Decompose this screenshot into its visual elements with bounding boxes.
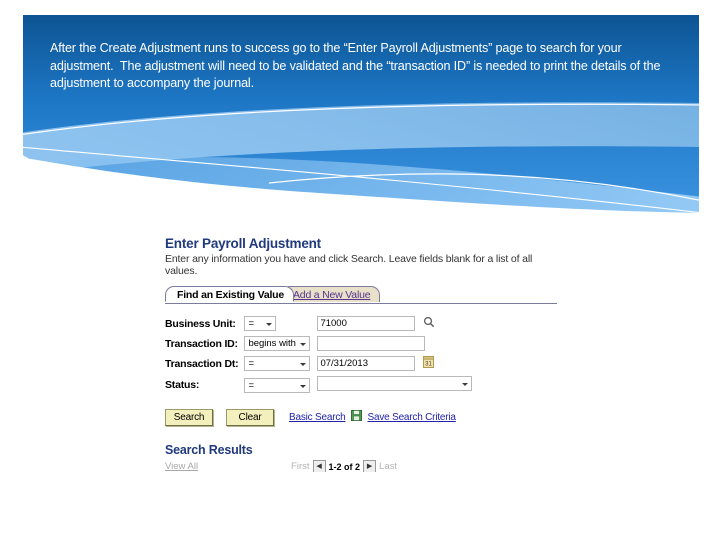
transaction-dt-operator-select[interactable]: =	[244, 356, 311, 371]
save-disk-icon[interactable]	[350, 408, 362, 426]
results-pager: First ◀ 1-2 of 2 ▶ Last	[291, 460, 397, 472]
status-operator-value: =	[248, 379, 254, 391]
slide-banner: After the Create Adjustment runs to succ…	[19, 15, 703, 213]
business-unit-value-cell	[310, 316, 472, 336]
page-instructions: Enter any information you have and click…	[165, 253, 533, 277]
tab-add-a-new-value-label: Add a New Value	[293, 289, 371, 301]
status-operator-cell: =	[244, 376, 311, 399]
search-criteria-form: Business Unit: = 71000 Transaction ID: b…	[165, 316, 473, 399]
business-unit-operator-cell: =	[244, 316, 310, 336]
transaction-dt-input[interactable]	[317, 356, 416, 371]
field-row-transaction-id: Transaction ID: begins with	[165, 336, 472, 356]
transaction-dt-value-cell: 31	[310, 356, 472, 376]
form-actions: Search Clear Basic Search Save Search Cr…	[165, 408, 565, 426]
banner-text: After the Create Adjustment runs to succ…	[50, 41, 664, 90]
business-unit-label: Business Unit:	[165, 317, 236, 330]
transaction-id-operator-value: begins with	[248, 338, 296, 349]
tab-strip: Find an Existing Value Add a New Value	[165, 286, 557, 304]
transaction-id-operator-cell: begins with	[244, 336, 311, 356]
pager-range: 1-2 of 2	[328, 461, 361, 472]
search-button[interactable]: Search	[165, 408, 213, 426]
transaction-id-value-cell	[310, 336, 472, 356]
tab-add-a-new-value[interactable]: Add a New Value	[281, 286, 381, 302]
pager-next-icon[interactable]: ▶	[363, 460, 377, 472]
search-results-heading: Search Results	[165, 443, 253, 457]
transaction-id-operator-select[interactable]: begins with	[244, 336, 311, 351]
business-unit-input[interactable]	[317, 316, 416, 331]
business-unit-operator-value: =	[248, 318, 254, 329]
tab-find-an-existing-value[interactable]: Find an Existing Value	[165, 286, 295, 302]
peoplesoft-screenshot: Enter Payroll Adjustment Enter any infor…	[165, 236, 565, 472]
tab-find-an-existing-value-label: Find an Existing Value	[177, 289, 285, 301]
lookup-search-icon[interactable]	[423, 316, 435, 331]
pager-previous-icon[interactable]: ◀	[312, 460, 326, 472]
field-row-business-unit: Business Unit: =	[165, 316, 472, 336]
transaction-dt-operator-value: =	[248, 358, 254, 369]
calendar-icon[interactable]: 31	[423, 356, 435, 371]
status-label: Status:	[165, 379, 200, 391]
business-unit-operator-select[interactable]: =	[244, 316, 277, 331]
basic-search-link[interactable]: Basic Search	[289, 412, 346, 423]
save-search-criteria-link[interactable]: Save Search Criteria	[368, 412, 456, 423]
pager-last-link[interactable]: Last	[379, 461, 397, 472]
status-operator-select[interactable]: =	[244, 377, 311, 393]
pager-first-link[interactable]: First	[291, 461, 309, 472]
transaction-dt-operator-cell: =	[244, 356, 311, 376]
transaction-dt-label: Transaction Dt:	[165, 357, 239, 370]
transaction-id-label: Transaction ID:	[165, 337, 238, 350]
search-results-toolbar: View All First ◀ 1-2 of 2 ▶ Last	[165, 460, 397, 472]
svg-text:31: 31	[426, 361, 433, 367]
page-title: Enter Payroll Adjustment	[165, 236, 321, 251]
transaction-id-input[interactable]	[317, 336, 426, 351]
status-value-cell	[310, 376, 473, 399]
clear-button[interactable]: Clear	[226, 408, 274, 426]
status-value-select[interactable]	[317, 376, 473, 391]
field-row-transaction-dt: Transaction Dt: = 31	[165, 356, 472, 376]
field-row-status: Status: =	[165, 376, 473, 399]
view-all-link[interactable]: View All	[165, 461, 198, 472]
